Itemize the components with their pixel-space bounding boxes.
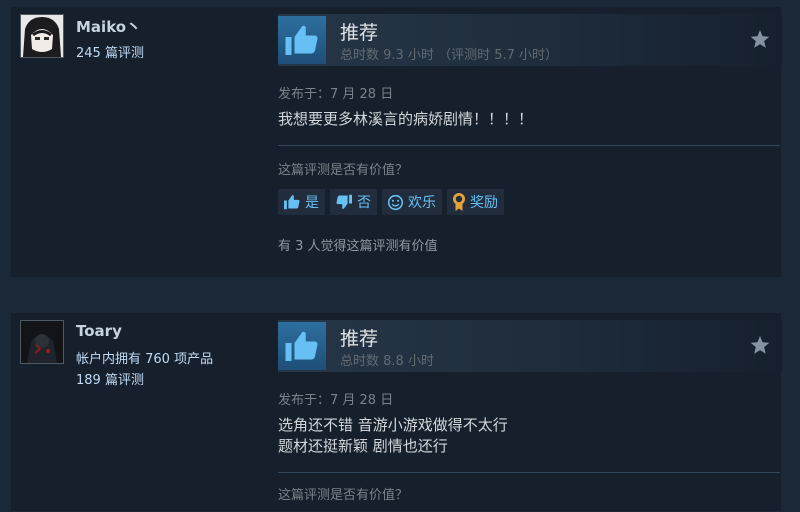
playtime: 总时数 9.3 小时 （评测时 5.7 小时） [340,48,559,63]
avatar[interactable] [20,14,64,58]
verdict-title[interactable]: 推荐 [340,18,378,45]
review-text-line: 题材还挺新颖 剧情也还行 [278,437,448,455]
review-text-line: 我想要更多林溪言的病娇剧情！！！！ [278,110,534,128]
star-icon[interactable] [750,30,770,53]
posted-date: 发布于：7 月 28 日 [278,87,394,102]
helpful-question: 这篇评测是否有价值？ [278,163,409,178]
review-header: 推荐 总时数 9.3 小时 （评测时 5.7 小时） [278,14,782,66]
divider [278,472,780,473]
review-count[interactable]: 245 篇评测 [76,42,144,61]
review-card: Toary 帐户内拥有 760 项产品 189 篇评测 推荐 总时数 8.8 小… [10,312,782,512]
playtime: 总时数 8.8 小时 [340,354,434,369]
review-text: 选角还不错 音游小游戏做得不太行 题材还挺新颖 剧情也还行 [278,415,508,457]
user-name[interactable]: Maiko丶 [76,16,141,37]
award-icon [453,193,465,211]
award-button[interactable]: 奖励 [447,189,504,215]
vote-no-label: 否 [357,195,371,211]
vote-funny-button[interactable]: 欢乐 [382,189,442,215]
smiley-icon [387,194,404,210]
vote-yes-button[interactable]: 是 [278,189,325,215]
user-name[interactable]: Toary [76,322,122,340]
posted-date: 发布于：7 月 28 日 [278,393,394,408]
vote-no-button[interactable]: 否 [330,189,377,215]
review-text-line: 选角还不错 音游小游戏做得不太行 [278,416,508,434]
avatar[interactable] [20,320,64,364]
review-card: Maiko丶 245 篇评测 推荐 总时数 9.3 小时 （评测时 5.7 小时… [10,6,782,278]
review-count[interactable]: 189 篇评测 [76,369,144,388]
review-text: 我想要更多林溪言的病娇剧情！！！！ [278,109,533,130]
star-icon[interactable] [750,336,770,359]
found-helpful-count: 有 3 人觉得这篇评测有价值 [278,239,438,254]
recommended-thumb-icon [278,16,326,64]
products-owned[interactable]: 帐户内拥有 760 项产品 [76,348,213,367]
recommended-thumb-icon [278,322,326,370]
vote-buttons: 是 否 欢乐 奖励 [278,189,504,215]
award-label: 奖励 [470,195,498,211]
vote-funny-label: 欢乐 [408,195,436,211]
thumbs-down-icon [336,194,352,209]
review-header: 推荐 总时数 8.8 小时 [278,320,782,372]
verdict-title[interactable]: 推荐 [340,324,378,351]
divider [278,145,780,146]
thumbs-up-icon [284,195,300,210]
helpful-question: 这篇评测是否有价值？ [278,488,409,503]
vote-yes-label: 是 [305,195,319,211]
